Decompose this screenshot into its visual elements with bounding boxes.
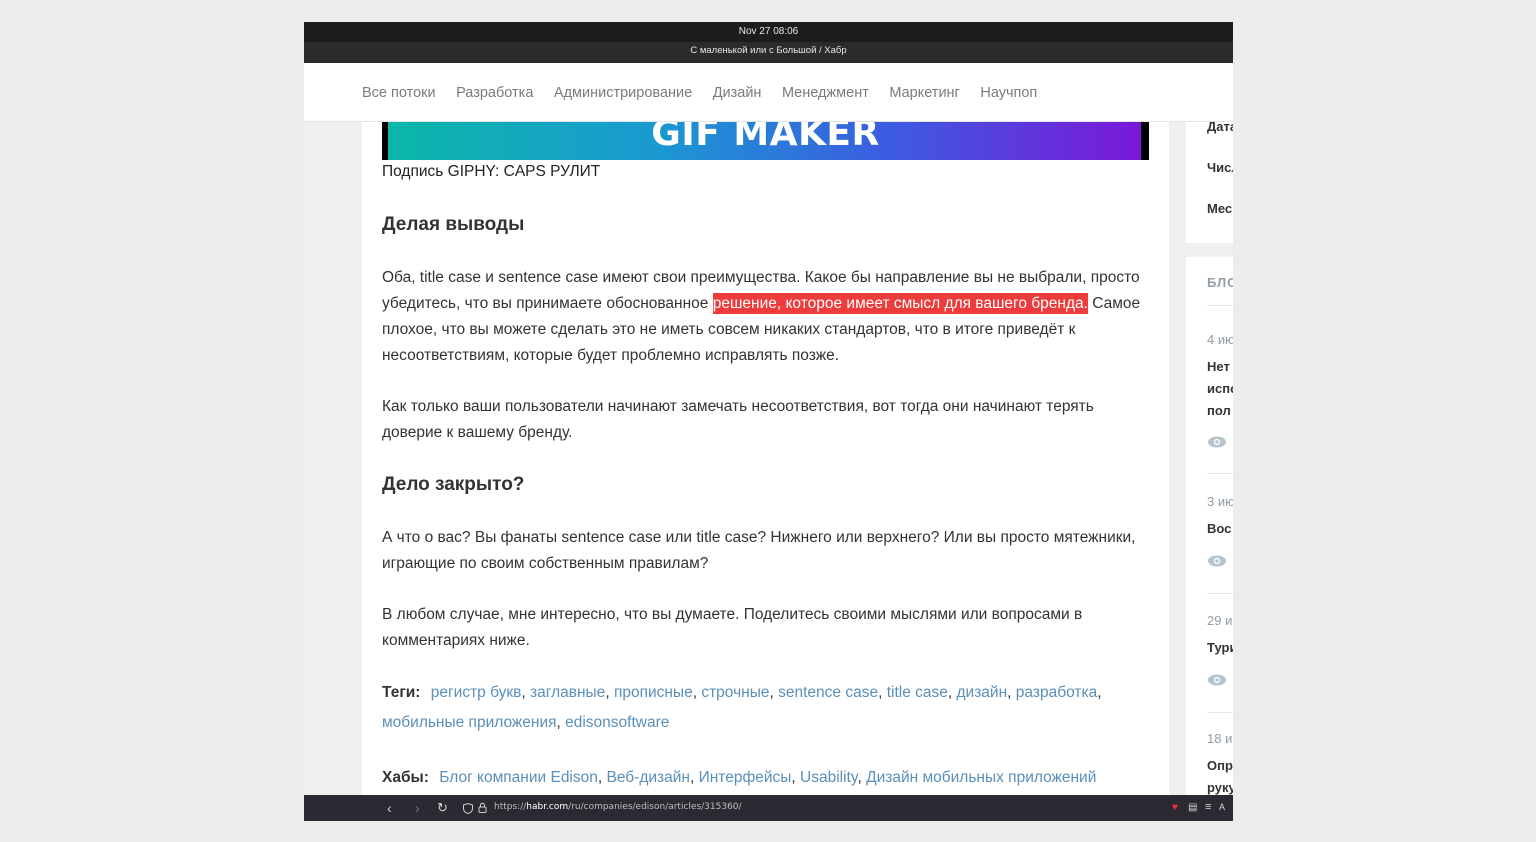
- gif-maker-image: GIF MAKER: [382, 122, 1149, 160]
- tag-link[interactable]: мобильные приложения: [382, 714, 557, 731]
- nav-item-management[interactable]: Менеджмент: [782, 85, 869, 101]
- paragraph-3: А что о вас? Вы фанаты sentence case или…: [382, 529, 1136, 572]
- nav-item-administration[interactable]: Администрирование: [554, 85, 692, 101]
- nav-item-popsci[interactable]: Научпоп: [980, 85, 1037, 101]
- browser-toolbar: ‹ › ↻ https://habr.com/ru/companies/edis…: [304, 795, 1233, 821]
- screen: Nov 27 08:06 С маленькой или с Большой /…: [304, 22, 1233, 821]
- tag-link[interactable]: заглавные: [530, 684, 605, 701]
- gif-banner-text: GIF MAKER: [651, 122, 880, 154]
- extension-icon[interactable]: ♥: [1172, 802, 1178, 813]
- tag-link[interactable]: прописные: [614, 684, 693, 701]
- post-title[interactable]: Вос: [1207, 521, 1231, 536]
- nav-item-marketing[interactable]: Маркетинг: [889, 85, 960, 101]
- sidebar-row: Мес: [1207, 201, 1233, 216]
- habr-nav: Все потоки Разработка Администрирование …: [304, 63, 1233, 122]
- hubs-label: Хабы:: [382, 769, 429, 786]
- shield-icon[interactable]: [463, 803, 473, 814]
- reload-icon[interactable]: ↻: [437, 800, 448, 816]
- reader-view-icon[interactable]: ▤: [1188, 802, 1197, 813]
- translate-icon[interactable]: A: [1219, 802, 1225, 812]
- blog-header: БЛО: [1207, 275, 1233, 290]
- nav-item-all-streams[interactable]: Все потоки: [362, 85, 436, 101]
- tag-link[interactable]: разработка: [1016, 684, 1097, 701]
- highlighted-text: решение, которое имеет смысл для вашего …: [712, 293, 1088, 314]
- forward-icon[interactable]: ›: [415, 800, 420, 816]
- sidebar-blog-card: БЛО 4 ию Нет испо пол 3 ию Вос 29 и Тури…: [1186, 257, 1233, 817]
- hub-link[interactable]: Блог компании Edison: [439, 769, 598, 786]
- post-title[interactable]: Тури: [1207, 640, 1233, 655]
- url-scheme: https://: [494, 802, 527, 812]
- post-title[interactable]: испо: [1207, 381, 1233, 396]
- nav-item-design[interactable]: Дизайн: [713, 85, 762, 101]
- tag-link[interactable]: sentence case: [778, 684, 878, 701]
- hub-link[interactable]: Usability: [800, 769, 857, 786]
- tags-label: Теги:: [382, 684, 421, 701]
- hubs-list: Хабы: Блог компании Edison, Веб-дизайн, …: [382, 769, 1097, 786]
- os-top-bar: Nov 27 08:06: [304, 22, 1233, 42]
- paragraph-4: В любом случае, мне интересно, что вы ду…: [382, 606, 1083, 649]
- tag-link[interactable]: строчные: [701, 684, 769, 701]
- article-body: GIF MAKER Подпись GIPHY: CAPS РУЛИТ Дела…: [362, 122, 1169, 796]
- hub-link[interactable]: Дизайн мобильных приложений: [866, 769, 1096, 786]
- post-title[interactable]: Нет: [1207, 359, 1230, 374]
- tag-link[interactable]: регистр букв: [431, 684, 522, 701]
- sidebar-row: Числ: [1207, 160, 1233, 175]
- tag-link[interactable]: edisonsoftware: [565, 714, 669, 731]
- post-title[interactable]: руку: [1207, 780, 1233, 795]
- clock[interactable]: Nov 27 08:06: [739, 26, 799, 37]
- url-host: habr.com: [526, 802, 569, 812]
- tag-link[interactable]: дизайн: [957, 684, 1008, 701]
- post-date: 4 ию: [1207, 332, 1233, 347]
- menu-icon[interactable]: ≡: [1205, 801, 1211, 813]
- lock-icon[interactable]: [478, 802, 487, 813]
- tags-list: Теги: регистр букв, заглавные, прописные…: [382, 684, 1102, 731]
- post-date: 3 ию: [1207, 494, 1233, 509]
- url-path: /ru/companies/edison/articles/315360/: [568, 802, 742, 812]
- views-icon: [1208, 674, 1226, 686]
- hub-link[interactable]: Интерфейсы: [699, 769, 792, 786]
- post-date: 18 и: [1207, 731, 1233, 746]
- back-icon[interactable]: ‹: [387, 800, 392, 816]
- window-title: С маленькой или с Большой / Хабр: [690, 45, 847, 56]
- url-field[interactable]: https://habr.com/ru/companies/edison/art…: [494, 802, 742, 812]
- paragraph-1: Оба, title case и sentence case имеют св…: [382, 265, 1157, 369]
- heading-conclusions: Делая выводы: [382, 214, 525, 235]
- nav-item-development[interactable]: Разработка: [456, 85, 533, 101]
- views-icon: [1208, 555, 1226, 567]
- image-caption: Подпись GIPHY: CAPS РУЛИТ: [382, 163, 601, 180]
- hub-link[interactable]: Веб-дизайн: [607, 769, 690, 786]
- views-icon: [1208, 436, 1226, 448]
- window-title-bar: С маленькой или с Большой / Хабр: [304, 42, 1233, 63]
- post-title[interactable]: пол: [1207, 403, 1231, 418]
- tag-link[interactable]: title case: [887, 684, 948, 701]
- post-title[interactable]: Опр: [1207, 758, 1233, 773]
- heading-case-closed: Дело закрыто?: [382, 474, 525, 495]
- paragraph-2: Как только ваши пользователи начинают за…: [382, 398, 1094, 441]
- post-date: 29 и: [1207, 613, 1233, 628]
